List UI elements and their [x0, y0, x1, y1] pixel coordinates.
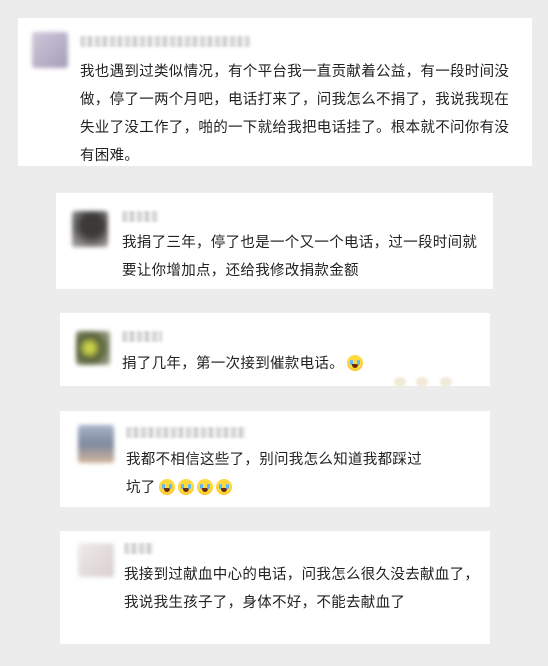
- laughing-tears-emoji-icon: [158, 479, 175, 495]
- comment-text: 捐了几年，第一次接到催款电话。: [122, 350, 482, 378]
- avatar[interactable]: [76, 331, 110, 365]
- comment-body: 捐了几年，第一次接到催款电话。: [122, 356, 344, 372]
- username[interactable]: [124, 543, 154, 554]
- avatar[interactable]: [72, 211, 108, 247]
- comment-card: 捐了几年，第一次接到催款电话。: [60, 313, 490, 387]
- laughing-tears-emoji-icon: [347, 355, 363, 371]
- comment-text: 我也遇到过类似情况，有个平台我一直贡献着公益，有一段时间没做，停了一两个月吧，电…: [80, 64, 510, 164]
- username[interactable]: [80, 36, 250, 47]
- faint-emoji-icon: [416, 377, 428, 387]
- laughing-tears-emoji-icon: [215, 479, 232, 495]
- comment-card: 我捐了三年，停了也是一个又一个电话，过一段时间就要让你增加点，还给我修改捐款金额: [56, 193, 493, 289]
- avatar[interactable]: [78, 425, 114, 463]
- laughing-tears-emoji-icon: [196, 479, 213, 495]
- faint-emoji-icon: [394, 377, 406, 387]
- comment-text: 我捐了三年，停了也是一个又一个电话，过一段时间就要让你增加点，还给我修改捐款金额: [122, 235, 478, 279]
- avatar[interactable]: [78, 543, 114, 577]
- username[interactable]: [122, 331, 162, 342]
- comment-card: 我也遇到过类似情况，有个平台我一直贡献着公益，有一段时间没做，停了一两个月吧，电…: [18, 18, 532, 166]
- comment-card: 我接到过献血中心的电话，问我怎么很久没去献血了，我说我生孩子了，身体不好，不能去…: [60, 531, 490, 644]
- faint-emoji-icon: [440, 377, 452, 387]
- username[interactable]: [126, 427, 246, 438]
- avatar[interactable]: [32, 32, 68, 68]
- comment-text: 我都不相信这些了，别问我怎么知道我都踩过坑了: [126, 446, 426, 502]
- comment-card: 我都不相信这些了，别问我怎么知道我都踩过坑了: [60, 411, 490, 507]
- username[interactable]: [122, 211, 158, 222]
- comment-text: 我接到过献血中心的电话，问我怎么很久没去献血了，我说我生孩子了，身体不好，不能去…: [124, 567, 480, 611]
- laughing-tears-emoji-icon: [177, 479, 194, 495]
